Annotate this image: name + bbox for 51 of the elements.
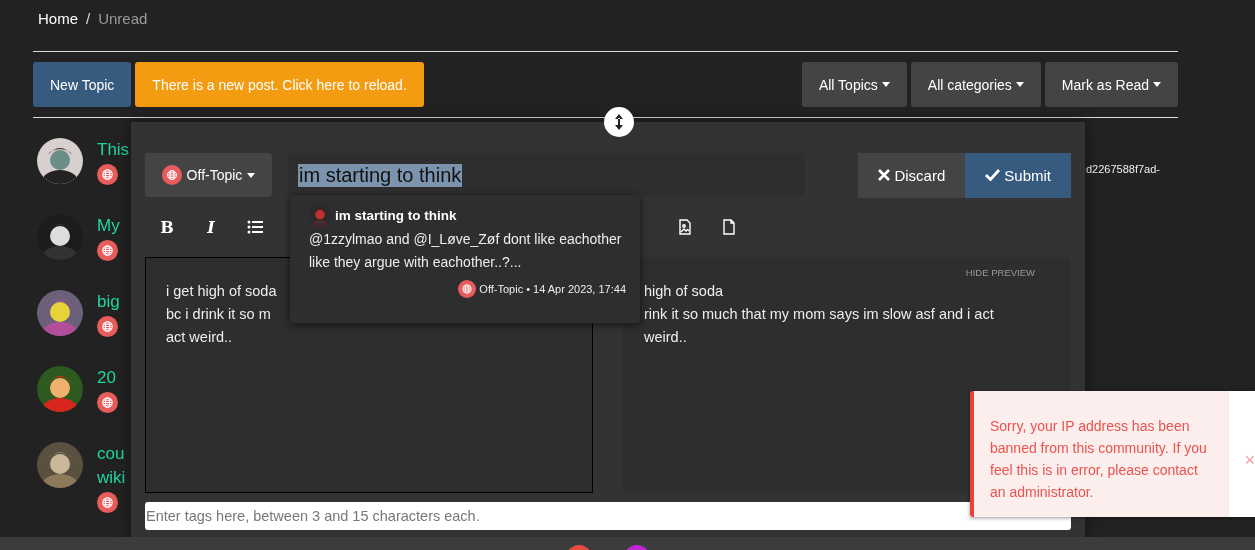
editor-text: bc i drink it so m <box>166 305 271 324</box>
caret-icon <box>1015 82 1024 87</box>
file-icon[interactable] <box>721 219 737 235</box>
preview-text: rink it so much that my mom says im slow asf and i act <box>644 305 994 324</box>
title-field[interactable]: im starting to think <box>288 153 805 197</box>
filter-dropdown[interactable]: All Topics <box>801 62 907 107</box>
image-file-icon[interactable] <box>677 219 693 235</box>
globe-icon <box>458 280 477 298</box>
filter-dropdown[interactable]: All categories <box>910 62 1041 107</box>
caret-icon <box>1153 82 1161 87</box>
resize-handle[interactable] <box>604 107 634 137</box>
topic-tag: d2267588f7ad- <box>1086 163 1160 175</box>
preview-text: high of soda <box>644 282 723 301</box>
globe-icon <box>97 164 118 185</box>
breadcrumb-separator: / <box>86 9 91 27</box>
list-icon[interactable] <box>247 219 263 235</box>
caret-icon <box>247 172 256 178</box>
similar-topic-title: im starting to think <box>335 207 457 223</box>
italic-button[interactable]: I <box>207 217 215 237</box>
toast-message: Sorry, your IP address has been banned from this community. If you feel this is in error, please contact an administrator. <box>990 417 1208 502</box>
tags-field[interactable]: Enter tags here, between 3 and 15 characters each. <box>145 502 1071 530</box>
category-dropdown[interactable]: Off-Topic <box>145 153 272 197</box>
topic-title[interactable]: wiki <box>97 468 126 488</box>
category-label: Off-Topic <box>479 283 524 295</box>
check-icon <box>985 169 1001 181</box>
editor-text: act weird.. <box>166 328 233 347</box>
globe-icon <box>97 240 118 261</box>
similar-topic-popup[interactable]: im starting to think @1zzylmao and @I_Løve_Zøf dont like eachother like they argue with eachother..?... Off-Topic • 14 Apr 2023, 17:44 <box>290 195 640 323</box>
breadcrumb-item[interactable]: Home <box>38 9 78 27</box>
discard-button[interactable]: Discard <box>858 152 966 198</box>
editor-text: i get high of soda <box>166 282 277 301</box>
globe-icon <box>161 165 182 185</box>
submit-button[interactable]: Submit <box>965 152 1071 198</box>
globe-icon <box>97 492 118 513</box>
topic-title[interactable]: My <box>97 216 120 236</box>
caret-icon <box>881 82 890 87</box>
hide-preview-link[interactable]: HIDE PREVIEW <box>965 267 1035 278</box>
breadcrumb-item[interactable]: Unread <box>98 9 148 27</box>
globe-icon <box>97 316 118 337</box>
new-topic-button[interactable]: New Topic <box>33 62 132 107</box>
resize-icon <box>613 113 625 131</box>
separator-dot: • <box>526 283 531 295</box>
topic-title[interactable]: cou <box>97 444 126 464</box>
bold-button[interactable]: B <box>160 217 174 237</box>
topic-title[interactable]: This <box>97 140 130 160</box>
globe-icon <box>97 392 118 413</box>
filter-dropdown[interactable]: Mark as Read <box>1044 62 1178 107</box>
preview-text: weird.. <box>644 328 687 347</box>
close-icon <box>878 169 891 181</box>
topic-title[interactable]: 20 <box>97 368 118 388</box>
topic-title[interactable]: big <box>97 292 120 312</box>
